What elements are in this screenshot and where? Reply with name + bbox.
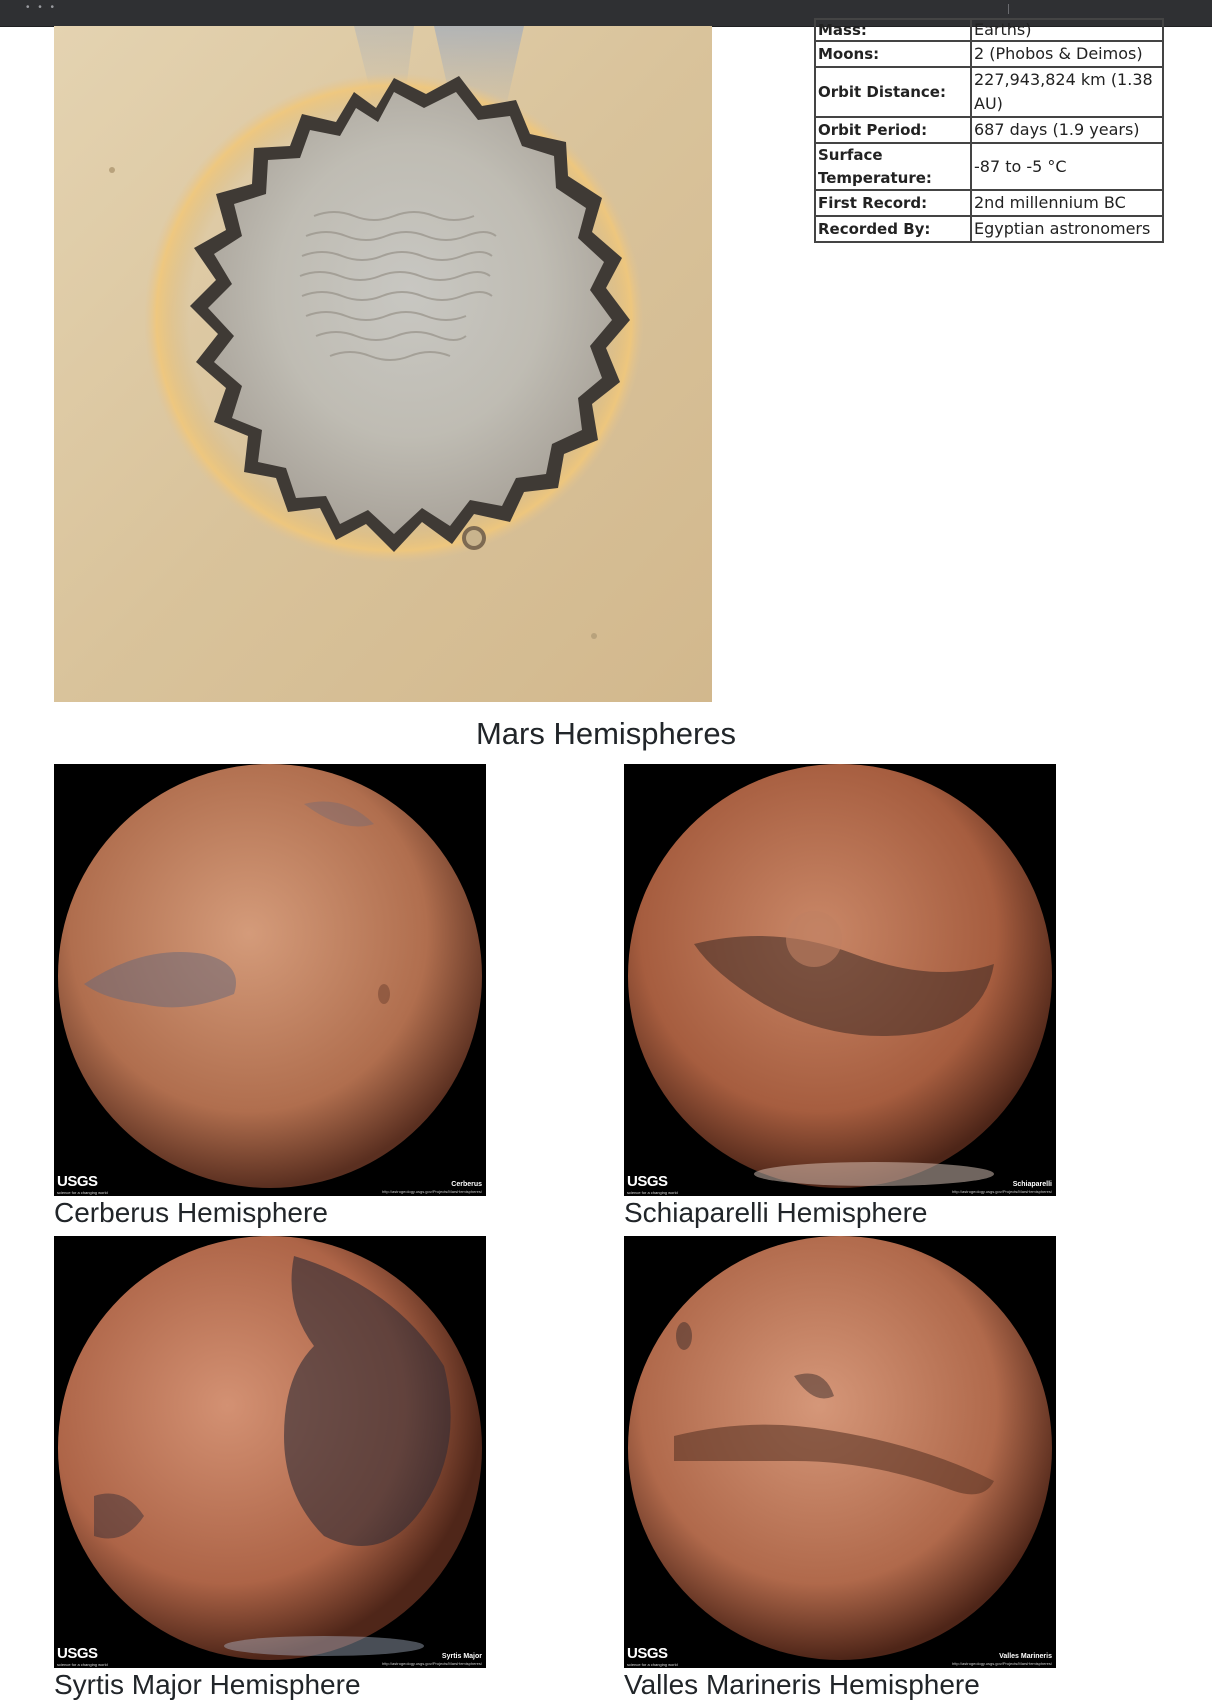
usgs-tagline: science for a changing world xyxy=(627,1190,678,1195)
toolbar-divider xyxy=(1008,4,1009,14)
fact-label: Mass: xyxy=(814,18,972,42)
image-url: http://astrogeology.usgs.gov/Projects/Ma… xyxy=(952,1661,1052,1666)
usgs-logo: USGS xyxy=(627,1173,668,1190)
usgs-tagline: science for a changing world xyxy=(57,1662,108,1667)
mars-globe-icon xyxy=(624,1236,1056,1668)
mars-globe-icon xyxy=(54,764,486,1196)
usgs-logo: USGS xyxy=(57,1645,98,1662)
hemisphere-image[interactable]: USGS science for a changing world Schiap… xyxy=(624,764,1056,1196)
hemisphere-name[interactable]: Schiaparelli Hemisphere xyxy=(624,1197,1056,1229)
hemisphere-card-cerberus[interactable]: USGS science for a changing world Cerber… xyxy=(54,764,486,1229)
image-url: http://astrogeology.usgs.gov/Projects/Ma… xyxy=(382,1189,482,1194)
hemisphere-card-valles-marineris[interactable]: USGS science for a changing world Valles… xyxy=(624,1236,1056,1701)
hemisphere-name[interactable]: Cerberus Hemisphere xyxy=(54,1197,486,1229)
featured-mars-image[interactable] xyxy=(54,26,712,702)
fact-label: Orbit Period: xyxy=(814,116,972,144)
hemisphere-name[interactable]: Syrtis Major Hemisphere xyxy=(54,1669,486,1701)
hemisphere-card-schiaparelli[interactable]: USGS science for a changing world Schiap… xyxy=(624,764,1056,1229)
hemisphere-name[interactable]: Valles Marineris Hemisphere xyxy=(624,1669,1056,1701)
table-row: Moons: 2 (Phobos & Deimos) xyxy=(814,40,1164,68)
table-row: First Record: 2nd millennium BC xyxy=(814,189,1164,217)
fact-value: 2 (Phobos & Deimos) xyxy=(970,40,1164,68)
mars-globe-icon xyxy=(624,764,1056,1196)
fact-value: Earths) xyxy=(970,18,1164,42)
fact-label: First Record: xyxy=(814,189,972,217)
usgs-logo: USGS xyxy=(627,1645,668,1662)
fact-label: Moons: xyxy=(814,40,972,68)
table-row: Recorded By: Egyptian astronomers xyxy=(814,215,1164,243)
fact-value: 2nd millennium BC xyxy=(970,189,1164,217)
fact-label: Surface Temperature: xyxy=(814,142,972,191)
crater-image xyxy=(54,26,712,702)
image-caption: Syrtis Major xyxy=(441,1653,482,1660)
image-caption: Schiaparelli xyxy=(1012,1181,1052,1188)
fact-value: Egyptian astronomers xyxy=(970,215,1164,243)
usgs-tagline: science for a changing world xyxy=(57,1190,108,1195)
mars-facts-table: Mass: Earths) Moons: 2 (Phobos & Deimos)… xyxy=(814,18,1164,243)
table-row: Orbit Period: 687 days (1.9 years) xyxy=(814,116,1164,144)
image-url: http://astrogeology.usgs.gov/Projects/Ma… xyxy=(952,1189,1052,1194)
table-row: Mass: Earths) xyxy=(814,18,1164,42)
hemisphere-image[interactable]: USGS science for a changing world Syrtis… xyxy=(54,1236,486,1668)
fact-label: Recorded By: xyxy=(814,215,972,243)
image-caption: Cerberus xyxy=(451,1181,482,1188)
window-controls[interactable]: • • • xyxy=(26,2,57,13)
hemisphere-image[interactable]: USGS science for a changing world Valles… xyxy=(624,1236,1056,1668)
usgs-logo: USGS xyxy=(57,1173,98,1190)
table-row: Orbit Distance: 227,943,824 km (1.38 AU) xyxy=(814,66,1164,118)
hemisphere-card-syrtis-major[interactable]: USGS science for a changing world Syrtis… xyxy=(54,1236,486,1701)
mars-globe-icon xyxy=(54,1236,486,1668)
table-row: Surface Temperature: -87 to -5 °C xyxy=(814,142,1164,191)
usgs-tagline: science for a changing world xyxy=(627,1662,678,1667)
fact-value: -87 to -5 °C xyxy=(970,142,1164,191)
fact-value: 687 days (1.9 years) xyxy=(970,116,1164,144)
image-caption: Valles Marineris xyxy=(999,1653,1052,1660)
hemispheres-heading: Mars Hemispheres xyxy=(475,716,737,751)
fact-label: Orbit Distance: xyxy=(814,66,972,118)
fact-value: 227,943,824 km (1.38 AU) xyxy=(970,66,1164,118)
image-url: http://astrogeology.usgs.gov/Projects/Ma… xyxy=(382,1661,482,1666)
hemisphere-image[interactable]: USGS science for a changing world Cerber… xyxy=(54,764,486,1196)
